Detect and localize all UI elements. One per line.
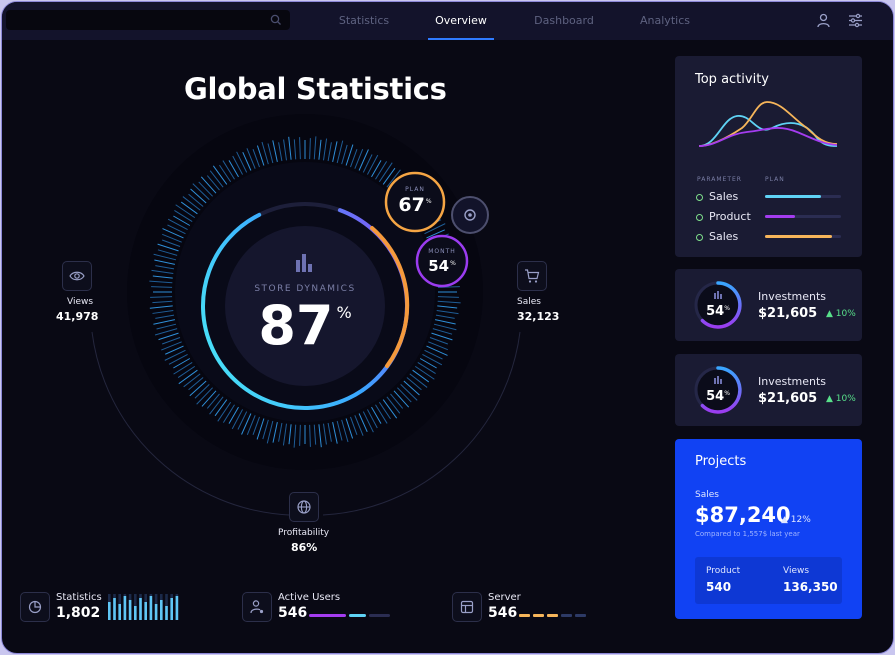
mini-bar — [154, 604, 158, 620]
status-dot — [696, 194, 703, 201]
views-label: Views — [67, 297, 94, 307]
projects-compare-text: Compared to 1,557$ last year — [695, 530, 800, 538]
product-label: Product — [706, 566, 741, 576]
investments-card: 54% Investments $21,605 ▲ 10% — [675, 354, 862, 426]
profitability-label: Profitability — [278, 528, 330, 538]
views-summary-label: Views — [783, 566, 810, 576]
projects-sales-label: Sales — [695, 490, 719, 500]
activity-progress-track — [765, 215, 841, 218]
investment-ring-value: 54 — [706, 389, 725, 404]
status-dot — [696, 234, 703, 241]
projects-sales-value: $87,240 — [695, 503, 791, 527]
investment-ring-unit: % — [724, 390, 730, 397]
investment-change: ▲ 10% — [826, 394, 856, 404]
mini-bar — [123, 596, 127, 620]
app-window: Statistics Overview Dashboard Analytics … — [1, 1, 894, 654]
mini-bar — [139, 598, 142, 620]
trend-up-icon: ▲ — [826, 394, 833, 404]
investment-change: ▲ 10% — [826, 309, 856, 319]
month-unit: % — [450, 260, 456, 267]
activity-row-label: Sales — [709, 230, 739, 243]
month-value: 54 — [428, 257, 450, 275]
mini-bar — [118, 604, 121, 620]
month-label: MONTH — [428, 248, 456, 255]
investment-ring-value-group: 54% — [701, 300, 735, 319]
mini-bar — [160, 600, 163, 620]
views-value: 41,978 — [56, 310, 99, 323]
mini-bar — [165, 606, 168, 620]
projects-title: Projects — [695, 454, 747, 469]
sales-label: Sales — [517, 297, 541, 307]
sales-button[interactable] — [517, 261, 547, 291]
gauge-value: 87 — [258, 294, 334, 357]
mini-bar — [113, 598, 116, 620]
server-icon — [460, 600, 474, 614]
statistics-mini-bars — [108, 594, 179, 620]
investment-label: Investments — [758, 375, 827, 388]
investment-ring-value: 54 — [706, 304, 725, 319]
activity-progress-track — [765, 195, 841, 198]
plan-label: PLAN — [405, 186, 425, 193]
active-users-button[interactable] — [242, 592, 272, 622]
active-users-label: Active Users — [278, 592, 341, 603]
mini-bar — [134, 606, 137, 620]
plan-value-group: 67% — [387, 194, 443, 216]
month-value-group: 54% — [417, 256, 467, 275]
statistics-value: 1,802 — [56, 605, 101, 621]
user-check-icon — [250, 600, 264, 614]
parameter-column-header: PARAMETER — [697, 176, 742, 183]
gauge-value-group: 87% — [255, 294, 355, 357]
globe-icon — [297, 500, 311, 514]
active-users-value: 546 — [278, 605, 308, 621]
investments-card: 54% Investments $21,605 ▲ 10% — [675, 269, 862, 341]
sales-value: 32,123 — [517, 310, 560, 323]
top-activity-title: Top activity — [695, 72, 769, 87]
mini-bar — [128, 600, 132, 620]
top-activity-card: Top activity PARAMETER PLAN Sales Produc… — [675, 56, 862, 257]
server-progress — [519, 614, 587, 617]
profitability-value: 86% — [291, 541, 318, 554]
mini-bar — [170, 598, 173, 620]
activity-row-label: Product — [709, 210, 751, 223]
top-activity-wave-chart — [698, 101, 838, 147]
status-dot — [696, 214, 703, 221]
plan-unit: % — [425, 198, 432, 205]
views-summary-value: 136,350 — [783, 580, 838, 594]
activity-progress-fill — [765, 235, 832, 238]
cart-icon — [525, 269, 540, 283]
plan-value: 67 — [398, 194, 425, 216]
investment-label: Investments — [758, 290, 827, 303]
server-button[interactable] — [452, 592, 482, 622]
mini-bar — [144, 602, 147, 620]
investment-value: $21,605 — [758, 391, 818, 406]
mini-bar — [149, 596, 153, 620]
activity-progress-track — [765, 235, 841, 238]
activity-progress-fill — [765, 215, 796, 218]
trend-up-icon: ▲ — [826, 309, 833, 319]
pie-chart-icon — [28, 600, 42, 614]
projects-summary: Product 540 Views 136,350 — [695, 557, 842, 604]
investment-ring-unit: % — [724, 305, 730, 312]
gauge-label: STORE DYNAMICS — [254, 284, 356, 294]
eye-icon — [69, 271, 85, 281]
projects-sales-change: ▲ 12% — [781, 515, 811, 525]
mini-bar — [175, 596, 179, 620]
statistics-button[interactable] — [20, 592, 50, 622]
projects-card[interactable]: Projects Sales $87,240 ▲ 12% Compared to… — [675, 439, 862, 619]
views-button[interactable] — [62, 261, 92, 291]
trend-up-icon: ▲ — [781, 515, 788, 525]
mini-bar — [108, 602, 111, 620]
statistics-label: Statistics — [56, 592, 102, 603]
product-value: 540 — [706, 580, 732, 594]
plan-column-header: PLAN — [765, 176, 785, 183]
investment-ring-value-group: 54% — [701, 385, 735, 404]
activity-row-label: Sales — [709, 190, 739, 203]
server-value: 546 — [488, 605, 518, 621]
server-label: Server — [488, 592, 521, 603]
active-users-progress — [309, 614, 390, 617]
activity-progress-fill — [765, 195, 822, 198]
profitability-button[interactable] — [289, 492, 319, 522]
gauge-unit: % — [336, 303, 352, 322]
investment-value: $21,605 — [758, 306, 818, 321]
